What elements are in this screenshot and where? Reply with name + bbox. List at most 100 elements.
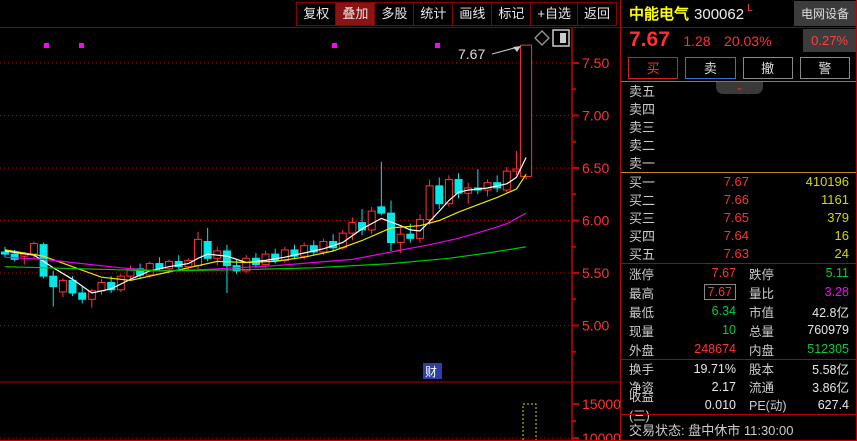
bid-volume: 24	[749, 246, 849, 261]
ask-row[interactable]: 卖三	[621, 118, 857, 136]
bid-row[interactable]: 买三7.65379	[621, 209, 857, 227]
ask-row[interactable]: 卖一	[621, 154, 857, 172]
window-layout-icon[interactable]	[553, 30, 569, 46]
ask-row[interactable]: 卖四	[621, 100, 857, 118]
quote-header: 中能电气300062L 电网设备	[621, 0, 857, 26]
trade-button-plain[interactable]: 警	[800, 57, 850, 79]
bid-label: 买四	[629, 226, 673, 245]
ask-label: 卖三	[629, 117, 673, 136]
price-group: 7.67 1.28 20.03%	[629, 28, 772, 52]
stats-row: 涨停7.67跌停5.11	[621, 264, 857, 283]
stat-label: 最低	[629, 302, 673, 321]
magenta-marker-icon	[44, 43, 49, 48]
stat-value: 5.58亿	[793, 359, 849, 378]
bid-volume: 1161	[749, 192, 849, 207]
toolbar-item[interactable]: 画线	[452, 2, 492, 26]
price-change: 1.28	[683, 33, 710, 49]
toolbar-item[interactable]: 统计	[413, 2, 453, 26]
bid-volume: 410196	[749, 174, 849, 189]
stat-value: 19.71%	[673, 362, 736, 376]
stat-label: 总量	[749, 321, 793, 340]
stats-row: 外盘248674 内盘512305	[621, 340, 857, 359]
stat-label: 内盘	[749, 340, 793, 359]
volume-pane: 15000 10000	[0, 396, 620, 441]
sector-change-badge[interactable]: 0.27%	[803, 29, 856, 52]
toolbar-item[interactable]: +自选	[530, 2, 578, 26]
ask-label: 卖四	[629, 99, 673, 118]
kline-chart-area[interactable]: 7.507.006.506.005.505.007.67财1500010000	[0, 28, 620, 441]
bid-volume: 16	[749, 228, 849, 243]
indicator-badge[interactable]: 财	[423, 363, 442, 379]
trading-app-window: 复权叠加多股统计画线标记+自选返回 7.50 7.00 6.50 6.00 5.50 5.…	[0, 0, 857, 441]
bid-volume: 379	[749, 210, 849, 225]
toolbar: 复权叠加多股统计画线标记+自选返回	[297, 2, 617, 26]
toolbar-item[interactable]: 返回	[577, 2, 617, 26]
stat-label: 股本	[749, 359, 793, 378]
stock-title: 中能电气300062L	[629, 3, 753, 24]
svg-text:5.50: 5.50	[582, 265, 609, 281]
bid-row[interactable]: 买一7.67410196	[621, 173, 857, 191]
svg-text:15000: 15000	[582, 396, 620, 412]
collapse-orderbook-button[interactable]: ⌄	[716, 82, 763, 94]
svg-text:7.67: 7.67	[458, 46, 485, 62]
stat-value: 512305	[793, 342, 849, 356]
ask-label: 卖一	[629, 153, 673, 172]
trade-button-buy[interactable]: 买	[628, 57, 678, 79]
stat-label: 现量	[629, 321, 673, 340]
magenta-marker-icon	[435, 43, 440, 48]
svg-text:10000: 10000	[582, 430, 620, 441]
price-change-pct: 20.03%	[724, 33, 771, 49]
stat-label: 跌停	[749, 264, 793, 283]
chevron-down-icon: ⌄	[736, 83, 744, 92]
toolbar-item[interactable]: 多股	[374, 2, 414, 26]
ask-label: 卖五	[629, 81, 673, 100]
ma-lines	[5, 158, 526, 294]
bid-price: 7.63	[673, 246, 749, 261]
bid-row[interactable]: 买五7.6324	[621, 245, 857, 263]
stat-value: 760979	[793, 323, 849, 337]
quote-panel: 中能电气300062L 电网设备 7.67 1.28 20.03% 0.27% …	[620, 0, 857, 441]
stat-value: 627.4	[793, 398, 849, 412]
magenta-marker-icon	[332, 43, 337, 48]
kline-chart-svg[interactable]: 7.507.006.506.005.505.007.67财1500010000	[0, 28, 620, 441]
bid-label: 买五	[629, 244, 673, 263]
trade-buttons: 买卖撤警	[621, 55, 857, 81]
stats-row: 最低6.34市值42.8亿	[621, 302, 857, 321]
stat-value: 7.67	[673, 285, 736, 299]
stat-value: 3.86亿	[793, 377, 849, 396]
toolbar-item[interactable]: 叠加	[335, 2, 375, 26]
current-volume-bar	[523, 404, 536, 441]
bid-label: 买一	[629, 172, 673, 191]
toolbar-item[interactable]: 标记	[491, 2, 531, 26]
stat-value: 248674	[673, 342, 736, 356]
svg-text:财: 财	[425, 365, 437, 379]
ma-line-MA5	[5, 158, 526, 294]
stock-name: 中能电气	[629, 6, 689, 23]
stat-label: PE(动)	[749, 395, 793, 414]
diamond-icon[interactable]	[535, 31, 549, 45]
stat-value: 6.34	[673, 304, 736, 318]
magenta-marker-icon	[79, 43, 84, 48]
svg-text:7.50: 7.50	[582, 55, 609, 71]
stat-value: 5.11	[793, 266, 849, 280]
svg-text:7.00: 7.00	[582, 108, 609, 124]
trading-status-bar: 交易状态: 盘中休市 11:30:00	[621, 415, 857, 441]
bid-row[interactable]: 买四7.6416	[621, 227, 857, 245]
trade-button-sell[interactable]: 卖	[685, 57, 735, 79]
ask-row[interactable]: 卖二	[621, 136, 857, 154]
bid-levels: 买一7.67410196买二7.661161买三7.65379买四7.6416买…	[621, 173, 857, 263]
last-price: 7.67	[629, 28, 670, 51]
stats-row: 现量10总量760979	[621, 321, 857, 340]
trade-button-plain[interactable]: 撤	[743, 57, 793, 79]
price-row: 7.67 1.28 20.03% 0.27%	[621, 26, 857, 55]
svg-text:6.50: 6.50	[582, 160, 609, 176]
quote-stats: 涨停7.67跌停5.11最高7.67量比3.28最低6.34市值42.8亿现量1…	[621, 264, 857, 359]
bid-row[interactable]: 买二7.661161	[621, 191, 857, 209]
svg-text:6.00: 6.00	[582, 213, 609, 229]
toolbar-item[interactable]: 复权	[296, 2, 336, 26]
sector-badge[interactable]: 电网设备	[794, 1, 856, 26]
stats-row: 收益(三)0.010PE(动)627.4	[621, 396, 857, 414]
stat-label: 外盘	[629, 340, 673, 359]
bid-price: 7.67	[673, 174, 749, 189]
stock-flag: L	[747, 3, 753, 14]
